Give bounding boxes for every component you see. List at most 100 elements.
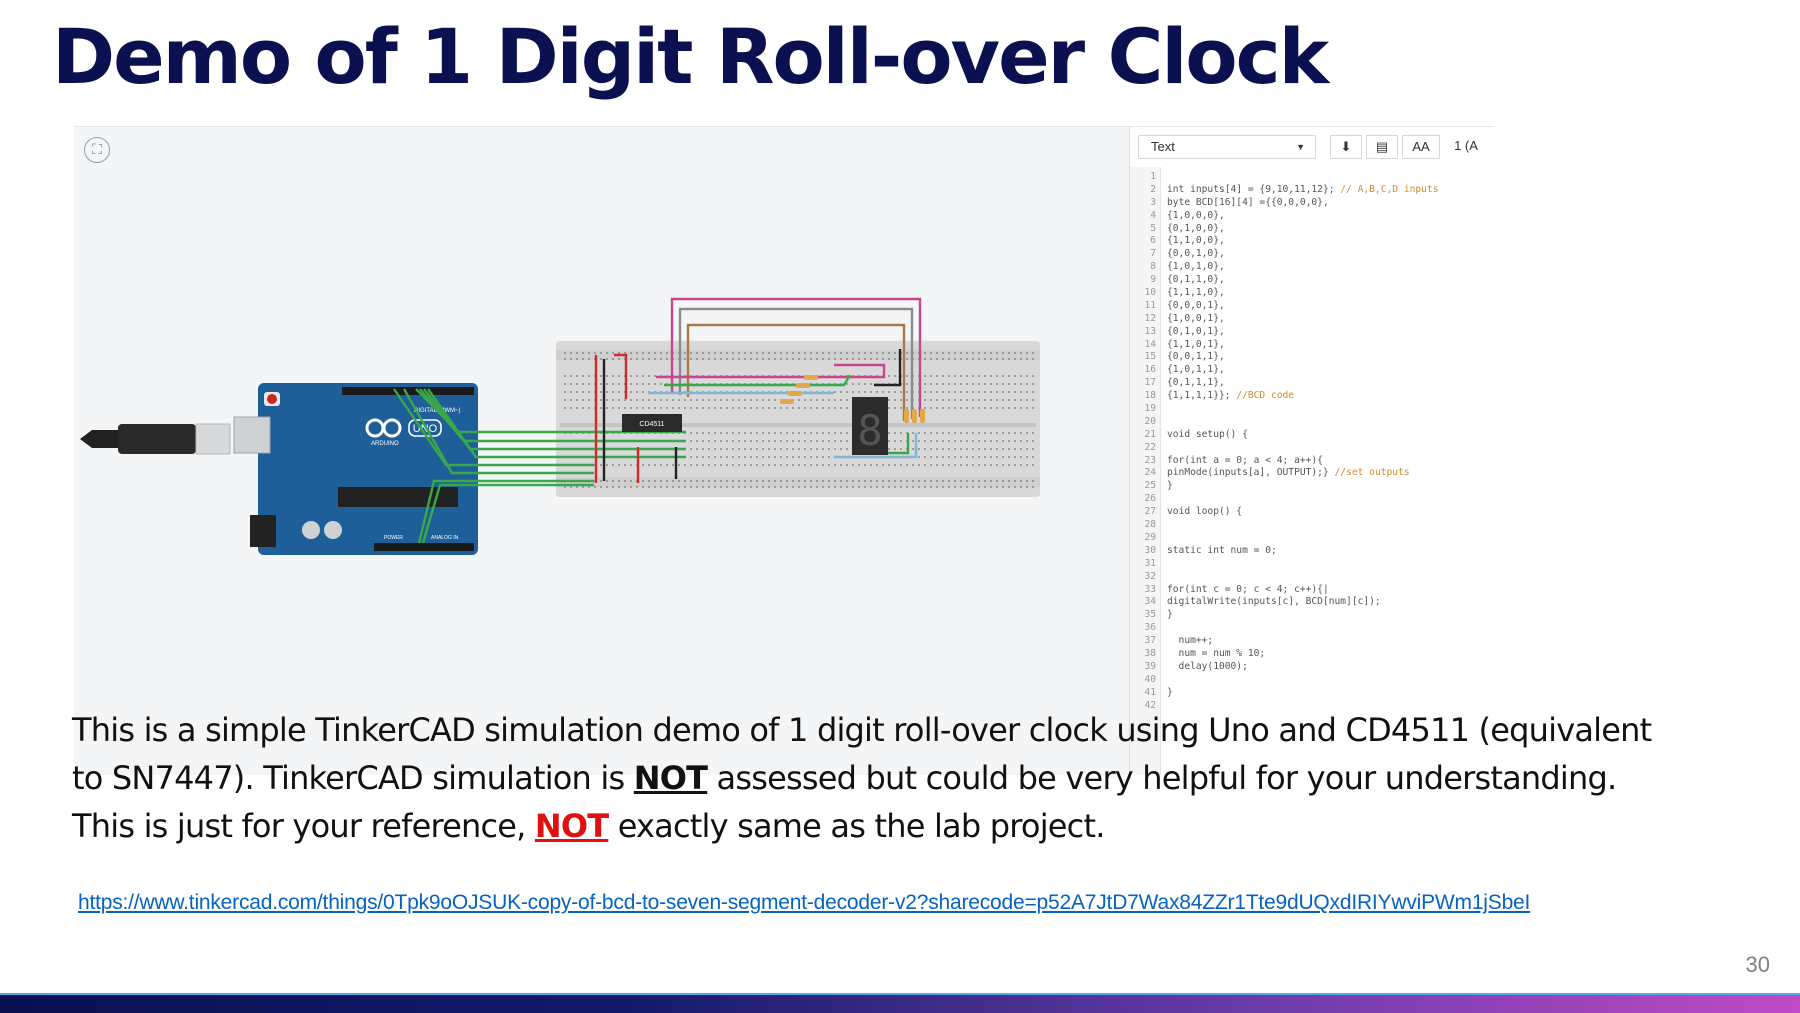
code-statement: int inputs[4] = {9,10,11,12}; [1167,183,1341,195]
tinkercad-link[interactable]: https://www.tinkercad.com/things/0Tpk9oO… [78,891,1530,915]
code-statement: num++; [1167,635,1214,647]
line-number: 24 [1144,467,1156,479]
line-number: 14 [1144,338,1156,350]
line-number: 3 [1150,196,1156,208]
description-paragraph: This is a simple TinkerCAD simulation de… [72,706,1772,850]
line-number: 20 [1144,415,1156,427]
code-statement: {1,0,1,0}, [1167,261,1225,273]
not-emphasis: NOT [633,759,708,797]
code-line: 14 {1,1,0,1}, [1130,339,1494,352]
upload-device-button[interactable]: ▤ [1366,135,1398,159]
font-size-button[interactable]: AA [1402,135,1440,159]
line-number: 17 [1144,377,1156,389]
code-line: 19 [1130,403,1494,416]
code-line: 18 {1,1,1,1}}; //BCD code [1130,390,1494,403]
line-number: 35 [1144,609,1156,621]
code-text: void loop() { [1167,506,1242,519]
seven-segment-display[interactable]: 8 [852,397,888,455]
code-statement: {1,0,0,0}, [1167,209,1225,221]
code-line: 27 void loop() { [1130,506,1494,519]
code-line: 21 void setup() { [1130,429,1494,442]
line-number: 13 [1144,325,1156,337]
code-statement: void setup() { [1167,428,1248,440]
download-button[interactable]: ⬇ [1330,135,1362,159]
code-line: 38 num = num % 10; [1130,648,1494,661]
code-text: pinMode(inputs[a], OUTPUT);} //set outpu… [1167,467,1410,480]
line-number: 40 [1144,673,1156,685]
code-statement: void loop() { [1167,506,1243,518]
code-line: 15 {0,0,1,1}, [1130,351,1494,364]
code-statement: {0,0,1,0}, [1167,248,1225,260]
code-line: 29 [1130,532,1494,545]
code-text: digitalWrite(inputs[c], BCD[num][c]); [1167,596,1381,609]
upload-device-icon: ▤ [1375,139,1389,154]
code-line: 8 {1,0,1,0}, [1130,261,1494,274]
code-text: {0,1,1,0}, [1167,274,1225,287]
toolbar-extra[interactable]: 1 (A [1446,135,1486,159]
code-text: {0,0,1,0}, [1167,248,1225,261]
line-number: 36 [1144,622,1156,634]
line-number: 33 [1144,583,1156,595]
line-number: 11 [1144,299,1156,311]
line-number: 6 [1150,235,1156,247]
line-number: 16 [1144,364,1156,376]
code-text: static int num = 0; [1167,545,1277,558]
line-number: 9 [1150,274,1156,286]
code-line: 16 {1,0,1,1}, [1130,364,1494,377]
code-line: 30 static int num = 0; [1130,545,1494,558]
code-comment: // A,B,C,D inputs [1340,183,1439,195]
code-mode-select[interactable]: Text ▼ [1138,135,1316,159]
line-number: 7 [1150,248,1156,260]
code-line: 5 {0,1,0,0}, [1130,223,1494,236]
cd4511-chip[interactable]: CD4511 [622,414,682,432]
line-number: 41 [1144,686,1156,698]
description-line-2: to SN7447). TinkerCAD simulation is NOT … [72,754,1772,802]
code-text: } [1167,687,1173,700]
code-text: {0,1,0,1}, [1167,326,1225,339]
line-number: 1 [1150,171,1156,182]
code-statement: {1,0,0,1}, [1167,312,1225,324]
circuit-canvas[interactable]: ⛶ UNO ARDUINO DIGITAL (PWM~) POWER ANALO… [74,127,1129,775]
code-text: {0,1,0,0}, [1167,223,1225,236]
line-number: 28 [1144,519,1156,531]
code-text: for(int a = 0; a < 4; a++){ [1167,455,1323,468]
code-text: {0,1,1,1}, [1167,377,1225,390]
page-number: 30 [1745,952,1770,977]
slide-title: Demo of 1 Digit Roll-over Clock [52,12,1329,101]
code-line: 34 digitalWrite(inputs[c], BCD[num][c]); [1130,596,1494,609]
code-text: {1,0,1,0}, [1167,261,1225,274]
board-analog-label: ANALOG IN [431,535,459,541]
code-line: 10 {1,1,1,0}, [1130,287,1494,300]
line-number: 27 [1144,506,1156,518]
description-line-2-pre: to SN7447). TinkerCAD simulation is [72,759,634,797]
line-number: 30 [1144,544,1156,556]
code-text: {1,1,1,0}, [1167,287,1225,300]
code-line: 9 {0,1,1,0}, [1130,274,1494,287]
code-line: 11 {0,0,0,1}, [1130,300,1494,313]
code-statement: for(int a = 0; a < 4; a++){ [1167,454,1323,466]
code-line: 36 [1130,622,1494,635]
code-line: 32 [1130,571,1494,584]
code-statement: static int num = 0; [1167,544,1277,556]
usb-cable [80,423,231,455]
code-line: 28 [1130,519,1494,532]
not-emphasis-red: NOT [534,807,609,845]
code-text-area[interactable]: 1 2 int inputs[4] = {9,10,11,12}; // A,B,C… [1130,171,1494,712]
chip-label: CD4511 [639,421,664,428]
code-statement: {0,1,0,0}, [1167,222,1225,234]
code-text: } [1167,480,1173,493]
code-statement: {0,1,1,0}, [1167,274,1225,286]
line-number: 39 [1144,660,1156,672]
code-line: 3 byte BCD[16][4] ={{0,0,0,0}, [1130,197,1494,210]
font-size-icon: AA [1412,139,1430,154]
code-line: 31 [1130,558,1494,571]
code-text: for(int c = 0; c < 4; c++){| [1167,584,1329,597]
code-line: 17 {0,1,1,1}, [1130,377,1494,390]
display-digit: 8 [857,406,882,455]
code-text: void setup() { [1167,429,1248,442]
description-line-3-pre: This is just for your reference, [72,807,535,845]
code-text: } [1167,609,1173,622]
description-line-3: This is just for your reference, NOT exa… [72,802,1772,850]
code-line: 6 {1,1,0,0}, [1130,235,1494,248]
code-line: 23 for(int a = 0; a < 4; a++){ [1130,455,1494,468]
